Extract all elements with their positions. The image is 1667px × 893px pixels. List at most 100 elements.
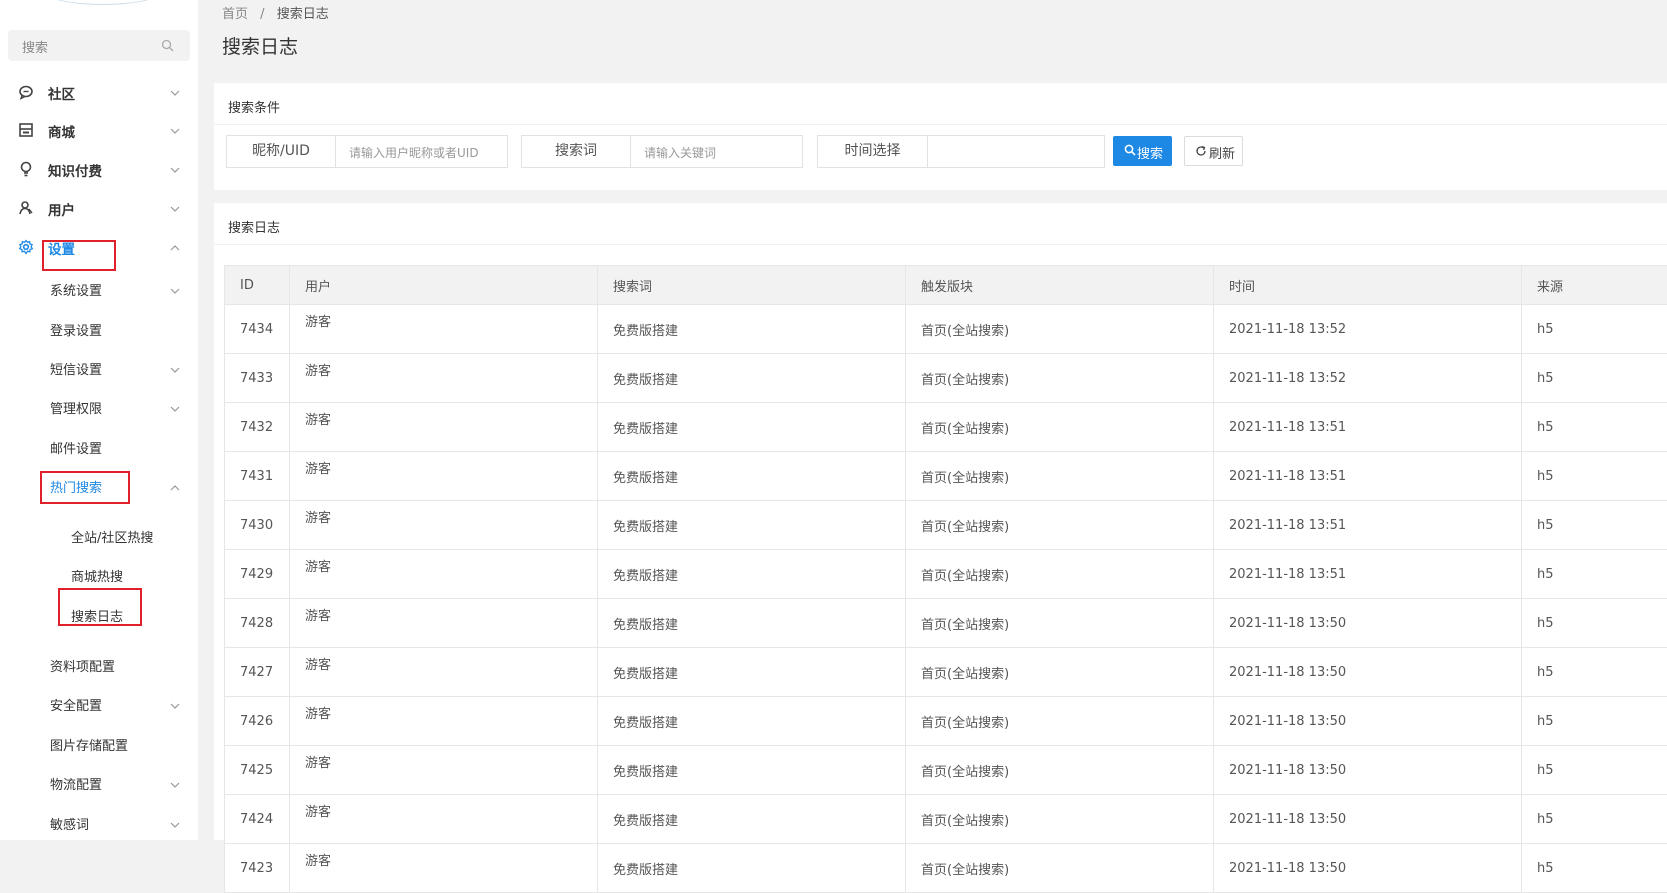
cell-source: h5 <box>1522 550 1667 599</box>
cell-keyword: 免费版搭建 <box>598 599 906 648</box>
search-button[interactable]: 搜索 <box>1113 136 1172 166</box>
column-header-source: 来源 <box>1522 266 1667 305</box>
breadcrumb-current: 搜索日志 <box>277 7 329 22</box>
cell-id: 7423 <box>225 844 290 893</box>
cell-keyword: 免费版搭建 <box>598 305 906 354</box>
cell-id: 7431 <box>225 452 290 501</box>
highlight-box-settings <box>42 240 116 271</box>
breadcrumb: 首页 / 搜索日志 <box>222 3 329 22</box>
submenu-system-settings-label: 系统设置 <box>50 280 102 299</box>
menu-community-label: 社区 <box>48 83 75 103</box>
cell-section: 首页(全站搜索) <box>906 354 1214 403</box>
cell-section: 首页(全站搜索) <box>906 599 1214 648</box>
submenu-image-storage[interactable]: 图片存储配置 <box>0 726 198 762</box>
sidebar-search-input[interactable]: 搜索 <box>8 30 190 61</box>
cell-id: 7434 <box>225 305 290 354</box>
menu-mall-label: 商城 <box>48 121 75 141</box>
highlight-box-search-log <box>58 588 142 626</box>
cell-id: 7428 <box>225 599 290 648</box>
cell-section: 首页(全站搜索) <box>906 746 1214 795</box>
submenu-login-settings-label: 登录设置 <box>50 320 102 339</box>
breadcrumb-home[interactable]: 首页 <box>222 7 248 22</box>
chevron-up-icon <box>170 241 180 249</box>
cell-section: 首页(全站搜索) <box>906 648 1214 697</box>
cell-id: 7429 <box>225 550 290 599</box>
submenu-profile-config[interactable]: 资料项配置 <box>0 647 198 683</box>
submenu-security-config[interactable]: 安全配置 <box>0 686 198 722</box>
cell-source: h5 <box>1522 403 1667 452</box>
chevron-down-icon <box>170 778 180 786</box>
submenu-sms-settings[interactable]: 短信设置 <box>0 350 198 386</box>
keyword-label: 搜索词 <box>522 136 631 167</box>
cell-time: 2021-11-18 13:51 <box>1214 403 1522 452</box>
submenu-system-settings[interactable]: 系统设置 <box>0 271 198 307</box>
cell-source: h5 <box>1522 697 1667 746</box>
search-icon <box>161 39 174 56</box>
chevron-down-icon <box>170 699 180 707</box>
time-field: 时间选择 <box>817 135 1105 168</box>
submenu-admin-permissions[interactable]: 管理权限 <box>0 389 198 425</box>
submenu-login-settings[interactable]: 登录设置 <box>0 311 198 347</box>
refresh-button[interactable]: 刷新 <box>1184 136 1243 166</box>
nickname-uid-field: 昵称/UID 请输入用户昵称或者UID <box>226 135 508 168</box>
cell-keyword: 免费版搭建 <box>598 697 906 746</box>
cell-keyword: 免费版搭建 <box>598 452 906 501</box>
table-row: 7434 游客 免费版搭建 首页(全站搜索) 2021-11-18 13:52 … <box>225 305 1667 354</box>
table-row: 7426 游客 免费版搭建 首页(全站搜索) 2021-11-18 13:50 … <box>225 697 1667 746</box>
keyword-input[interactable]: 请输入关键词 <box>644 144 716 161</box>
table-row: 7432 游客 免费版搭建 首页(全站搜索) 2021-11-18 13:51 … <box>225 403 1667 452</box>
cell-user: 游客 <box>290 844 598 893</box>
cell-source: h5 <box>1522 452 1667 501</box>
cell-keyword: 免费版搭建 <box>598 501 906 550</box>
menu-community[interactable]: 社区 <box>0 74 198 110</box>
column-header-id: ID <box>225 266 290 305</box>
submenu-sensitive-words[interactable]: 敏感词 <box>0 805 198 840</box>
search-button-label: 搜索 <box>1137 143 1163 162</box>
submenu-image-storage-label: 图片存储配置 <box>50 735 128 754</box>
menu-user-label: 用户 <box>48 199 75 219</box>
menu-user[interactable]: 用户 <box>0 190 198 226</box>
submenu-logistics-config[interactable]: 物流配置 <box>0 765 198 801</box>
gear-icon <box>18 239 34 255</box>
cell-section: 首页(全站搜索) <box>906 305 1214 354</box>
cell-user: 游客 <box>290 746 598 795</box>
menu-mall[interactable]: 商城 <box>0 112 198 148</box>
cell-id: 7432 <box>225 403 290 452</box>
submenu-email-settings-label: 邮件设置 <box>50 438 102 457</box>
cell-source: h5 <box>1522 746 1667 795</box>
cell-keyword: 免费版搭建 <box>598 403 906 452</box>
cell-section: 首页(全站搜索) <box>906 501 1214 550</box>
cell-user: 游客 <box>290 354 598 403</box>
column-header-time: 时间 <box>1214 266 1522 305</box>
table-row: 7433 游客 免费版搭建 首页(全站搜索) 2021-11-18 13:52 … <box>225 354 1667 403</box>
sidebar-search-placeholder: 搜索 <box>22 37 48 56</box>
sidebar: 搜索 社区 商城 知识付费 用户 设置 <box>0 0 198 840</box>
user-icon <box>18 200 34 216</box>
menu-knowledge-pay[interactable]: 知识付费 <box>0 151 198 187</box>
nickname-uid-input[interactable]: 请输入用户昵称或者UID <box>349 144 479 161</box>
table-row: 7425 游客 免费版搭建 首页(全站搜索) 2021-11-18 13:50 … <box>225 746 1667 795</box>
cell-time: 2021-11-18 13:50 <box>1214 746 1522 795</box>
submenu-site-hot-search[interactable]: 全站/社区热搜 <box>0 518 198 554</box>
chevron-down-icon <box>170 402 180 410</box>
cell-id: 7425 <box>225 746 290 795</box>
cell-section: 首页(全站搜索) <box>906 403 1214 452</box>
logo <box>38 0 168 5</box>
nickname-uid-label: 昵称/UID <box>227 136 336 167</box>
table-header-row: ID 用户 搜索词 触发版块 时间 来源 <box>225 266 1667 305</box>
cell-time: 2021-11-18 13:51 <box>1214 501 1522 550</box>
cell-source: h5 <box>1522 354 1667 403</box>
column-header-keyword: 搜索词 <box>598 266 906 305</box>
cell-id: 7433 <box>225 354 290 403</box>
time-picker-input[interactable] <box>928 136 1104 167</box>
cell-user: 游客 <box>290 452 598 501</box>
table-row: 7429 游客 免费版搭建 首页(全站搜索) 2021-11-18 13:51 … <box>225 550 1667 599</box>
column-header-user: 用户 <box>290 266 598 305</box>
highlight-box-hot-search <box>40 471 130 504</box>
refresh-button-label: 刷新 <box>1209 143 1235 162</box>
cell-source: h5 <box>1522 501 1667 550</box>
cell-keyword: 免费版搭建 <box>598 550 906 599</box>
submenu-email-settings[interactable]: 邮件设置 <box>0 429 198 465</box>
cell-user: 游客 <box>290 697 598 746</box>
chevron-down-icon <box>170 202 180 210</box>
